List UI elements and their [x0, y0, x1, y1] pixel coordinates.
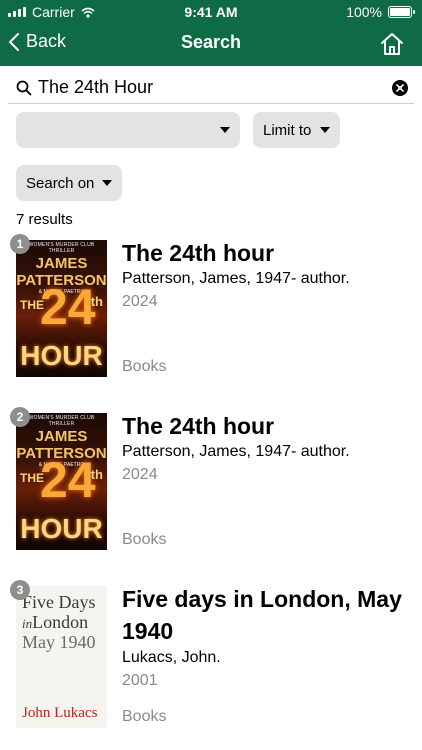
cover-title-prefix: in: [22, 616, 33, 631]
search-on-dropdown[interactable]: Search on: [16, 165, 122, 201]
result-title: The 24th hour: [122, 240, 275, 266]
cover-number: 24: [40, 279, 96, 335]
cover-title-line1: Five Days: [22, 592, 96, 612]
limit-to-label: Limit to: [263, 121, 312, 139]
result-item[interactable]: 2 WOMEN'S MURDER CLUB THRILLER JAMES PAT…: [0, 407, 422, 557]
results-count: 7 results: [16, 211, 73, 228]
caret-down-icon: [320, 127, 330, 133]
battery-percent: 100%: [346, 4, 382, 20]
result-format: Books: [122, 531, 167, 548]
cover-title-city: London: [32, 612, 89, 632]
result-format: Books: [122, 708, 167, 725]
cover-author-first: JAMES: [35, 255, 88, 272]
home-button[interactable]: [378, 30, 406, 58]
page-title: Search: [180, 32, 242, 52]
cover-title-line3: May 1940: [22, 632, 96, 652]
limit-to-dropdown[interactable]: Limit to: [253, 112, 340, 148]
result-year: 2024: [122, 466, 158, 483]
result-year: 2001: [122, 672, 158, 689]
book-cover-image: WOMEN'S MURDER CLUB THRILLER JAMES PATTE…: [16, 413, 107, 550]
result-title: The 24th hour: [122, 413, 275, 439]
clear-icon: [396, 84, 404, 92]
status-bar: Carrier 9:41 AM 100%: [0, 0, 422, 24]
result-item[interactable]: 1 WOMEN'S MURDER CLUB THRILLER JAMES PAT…: [0, 234, 422, 384]
home-icon: [381, 33, 403, 55]
result-author: Lukacs, John.: [122, 649, 221, 666]
caret-down-icon: [102, 180, 112, 186]
caret-down-icon: [220, 127, 230, 133]
cover-the: THE: [20, 471, 44, 485]
book-cover-image: Five Days inLondon May 1940 John Lukacs: [16, 586, 107, 728]
cover-author-first: JAMES: [35, 428, 88, 445]
rank-badge: 2: [10, 407, 30, 427]
battery-icon: [388, 6, 415, 18]
status-right: 100%: [346, 4, 415, 20]
result-author: Patterson, James, 1947- author.: [122, 443, 350, 460]
search-on-label: Search on: [26, 174, 95, 192]
clear-search-button[interactable]: [392, 80, 408, 96]
search-input[interactable]: [38, 72, 378, 102]
app-header: Carrier 9:41 AM 100% Back Search: [0, 0, 422, 66]
book-cover-image: WOMEN'S MURDER CLUB THRILLER JAMES PATTE…: [16, 240, 107, 377]
cover-th: th: [90, 294, 103, 309]
cover-title-line2: inLondon: [22, 612, 88, 633]
cover-author: John Lukacs: [22, 705, 98, 721]
cover-number: 24: [40, 452, 96, 508]
cover-hour: HOUR: [20, 340, 103, 371]
cover-hour: HOUR: [20, 513, 103, 544]
nav-bar: Back Search: [0, 24, 422, 66]
category-dropdown[interactable]: [16, 112, 240, 148]
result-title: Five days in London, May 1940: [122, 586, 402, 644]
result-item[interactable]: 3 Five Days inLondon May 1940 John Lukac…: [0, 580, 422, 750]
result-author: Patterson, James, 1947- author.: [122, 270, 350, 287]
rank-badge: 1: [10, 234, 30, 254]
cover-th: th: [90, 467, 103, 482]
result-year: 2024: [122, 293, 158, 310]
search-icon: [16, 80, 32, 96]
search-bar: [8, 72, 414, 104]
cover-the: THE: [20, 298, 44, 312]
rank-badge: 3: [10, 580, 30, 600]
result-format: Books: [122, 358, 167, 375]
